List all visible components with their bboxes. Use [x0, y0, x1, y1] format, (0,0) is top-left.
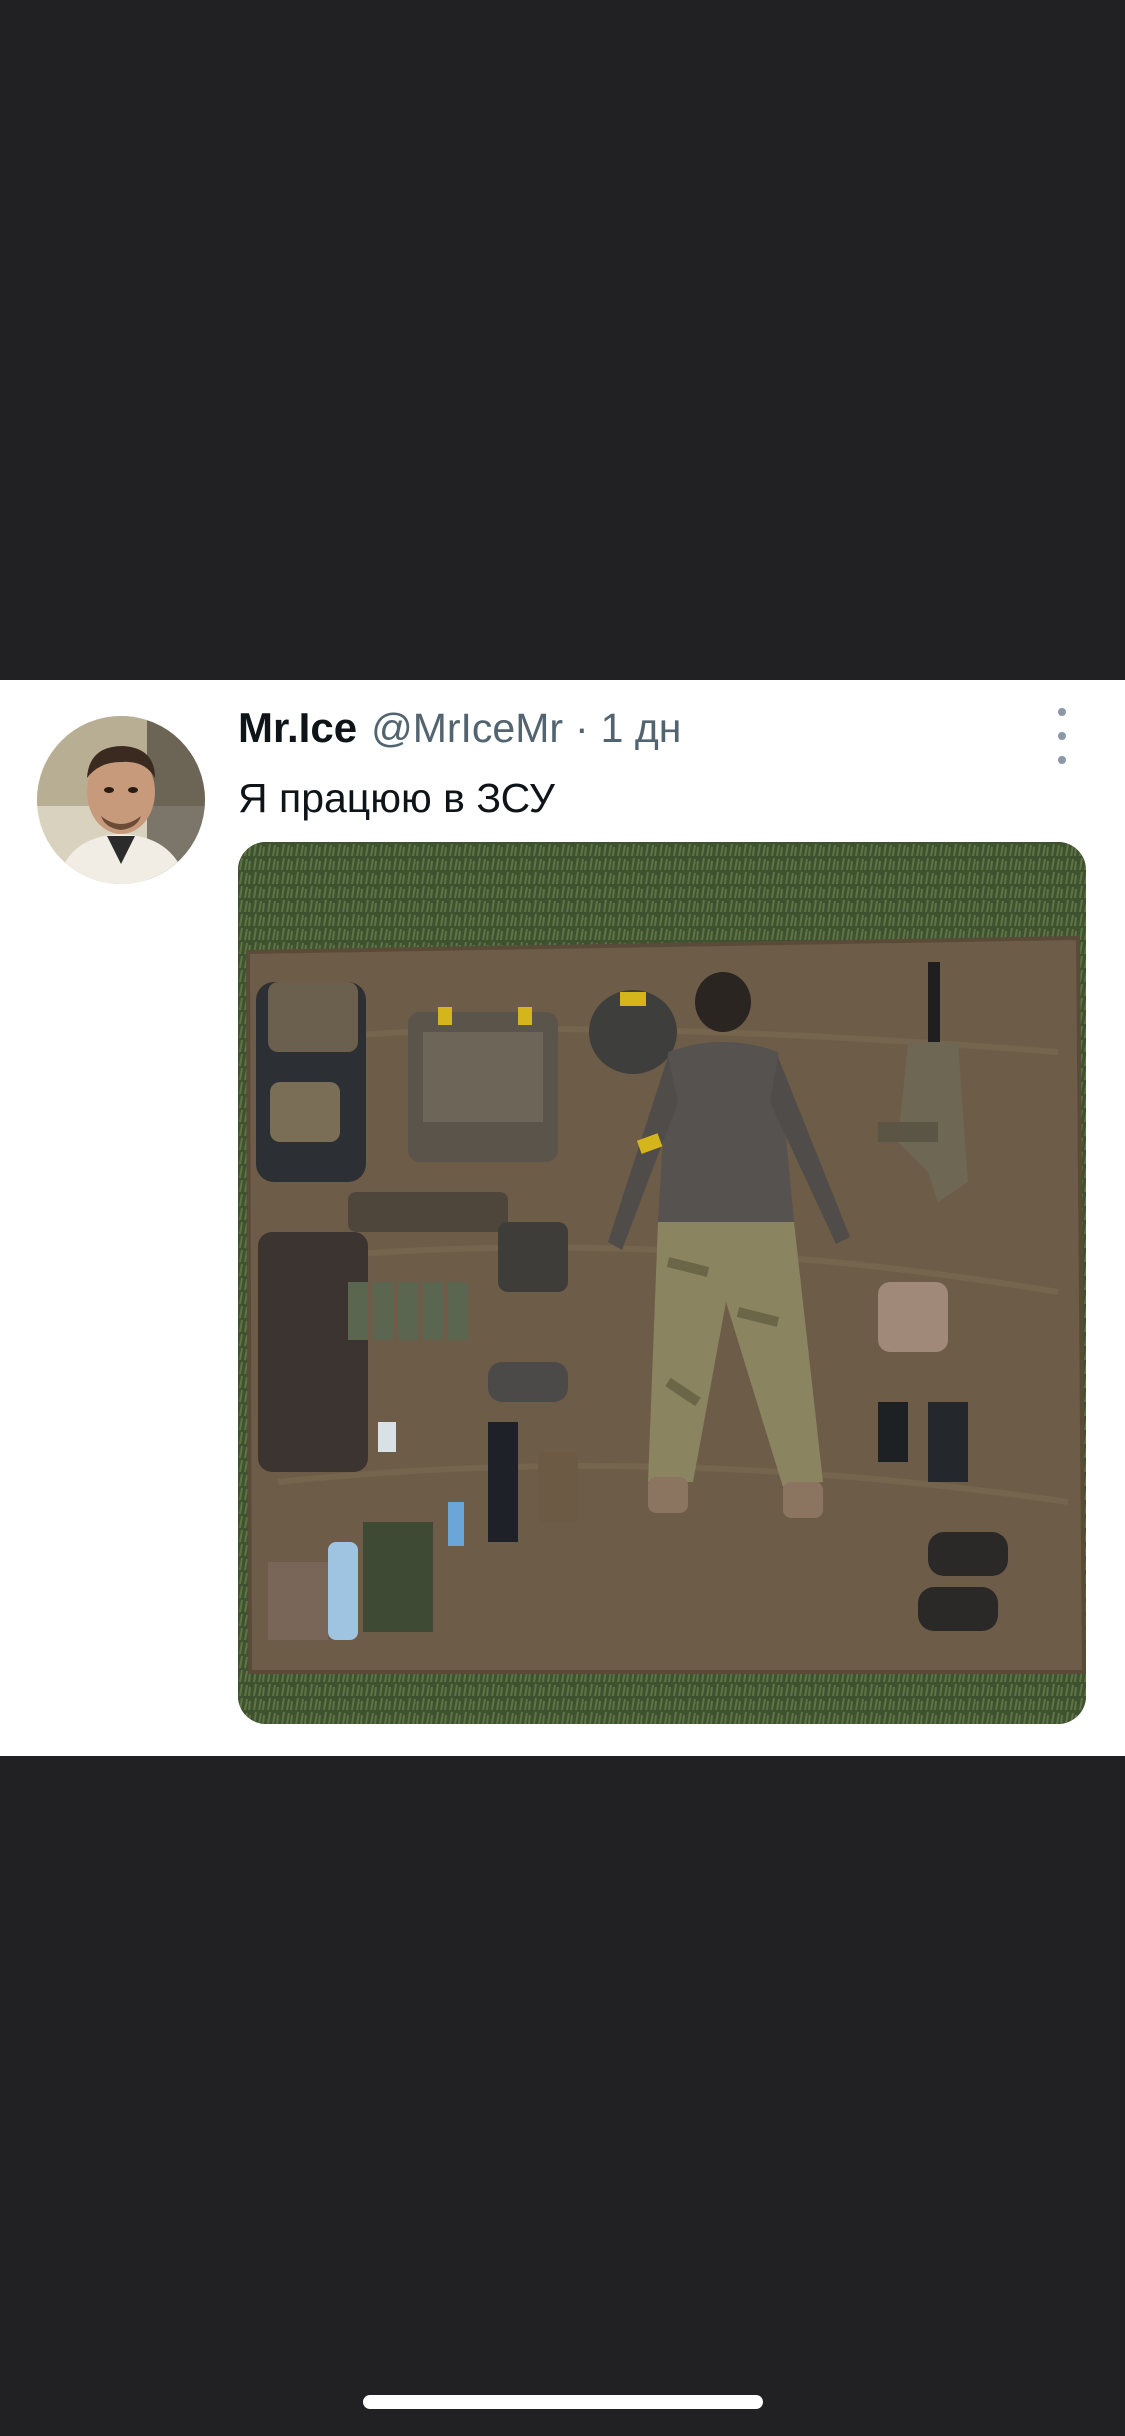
more-options-button[interactable]	[1044, 708, 1080, 764]
more-options-icon-dot	[1058, 756, 1066, 764]
tweet-text: Я працюю в ЗСУ	[238, 775, 555, 821]
tweet-card[interactable]: Mr.Ice @MrIceMr · 1 дн Я працюю в ЗСУ	[0, 680, 1125, 1756]
tweet-header: Mr.Ice @MrIceMr · 1 дн	[238, 704, 681, 768]
home-indicator[interactable]	[363, 2395, 763, 2409]
display-name[interactable]: Mr.Ice	[238, 704, 357, 752]
more-options-icon-dot	[1058, 732, 1066, 740]
more-options-icon	[1058, 708, 1066, 716]
tweet-photo-image	[238, 842, 1086, 1724]
avatar-photo-icon	[37, 716, 205, 884]
user-handle[interactable]: @MrIceMr	[371, 705, 563, 752]
separator-dot: ·	[575, 705, 589, 751]
user-avatar[interactable]	[37, 716, 205, 884]
tweet-photo[interactable]	[238, 842, 1086, 1724]
screen: Mr.Ice @MrIceMr · 1 дн Я працюю в ЗСУ	[0, 0, 1125, 2436]
tweet-timestamp[interactable]: 1 дн	[601, 705, 682, 752]
